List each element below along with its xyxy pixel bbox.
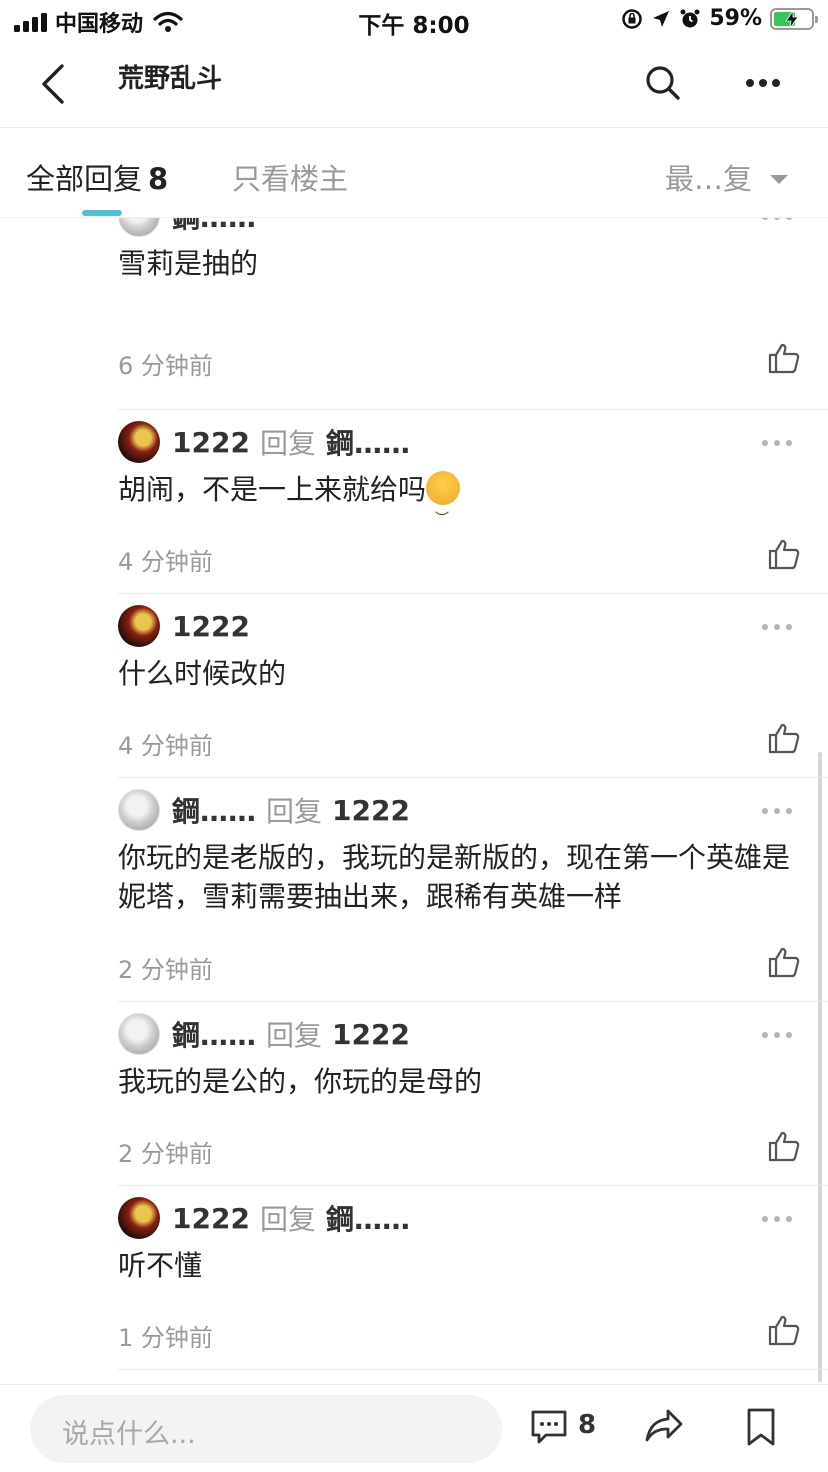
comment-more-icon[interactable] — [762, 808, 792, 816]
bottom-bar: 说点什么... 8 — [0, 1384, 828, 1472]
comment-timestamp: 2 分钟前 — [118, 1140, 213, 1168]
tab-all-count: 8 — [148, 162, 169, 196]
comment-list[interactable]: 鋼……雪莉是抽的6 分钟前1222回复鋼……胡闹，不是一上来就给吗4 分钟前12… — [0, 218, 828, 1384]
comment-more-icon[interactable] — [762, 624, 792, 632]
reply-label: 回复 — [266, 795, 323, 828]
comment-header: 鋼…… 回复 1222 — [118, 788, 410, 832]
comment-text: 什么时候改的 — [118, 654, 798, 693]
comment-more-icon[interactable] — [762, 218, 792, 222]
reply-target-username[interactable]: 1222 — [332, 794, 410, 827]
reply-label: 回复 — [259, 1203, 316, 1236]
comment-timestamp: 6 分钟前 — [118, 352, 213, 380]
status-right: 59% — [621, 6, 818, 31]
comment-more-icon[interactable] — [762, 1216, 792, 1224]
tab-all-label: 全部回复 — [26, 162, 143, 196]
comment-timestamp: 4 分钟前 — [118, 732, 213, 760]
thumbs-up-icon[interactable] — [768, 1314, 800, 1346]
comment-username[interactable]: 1222 — [172, 1202, 250, 1235]
angry-face-emoji-icon — [426, 471, 461, 505]
page-title: 荒野乱斗 — [118, 64, 223, 94]
thumbs-up-icon[interactable] — [768, 342, 800, 374]
avatar[interactable] — [118, 421, 160, 463]
back-chevron-icon[interactable] — [36, 62, 72, 106]
more-icon[interactable] — [744, 68, 782, 98]
comment-text: 胡闹，不是一上来就给吗 — [118, 470, 798, 509]
comment-header: 鋼…… — [118, 218, 256, 238]
location-icon — [653, 10, 670, 27]
avatar[interactable] — [118, 605, 160, 647]
alarm-icon — [680, 9, 700, 27]
comment-timestamp: 2 分钟前 — [118, 956, 213, 984]
avatar[interactable] — [118, 1013, 160, 1055]
reply-target-username[interactable]: 鋼…… — [326, 1198, 410, 1238]
comment-text-content: 听不懂 — [118, 1249, 203, 1282]
comment-text: 你玩的是老版的，我玩的是新版的，现在第一个英雄是妮塔，雪莉需要抽出来，跟稀有英雄… — [118, 838, 798, 916]
comment-item[interactable]: 鋼…… 回复 1222 你玩的是老版的，我玩的是新版的，现在第一个英雄是妮塔，雪莉需要… — [118, 778, 828, 1002]
status-bar: 中国移动 下午 8:00 59% — [0, 0, 828, 44]
comment-username[interactable]: 鋼…… — [172, 790, 256, 830]
sort-dropdown[interactable]: 最…复 — [665, 156, 788, 198]
sort-label: 最…复 — [664, 162, 752, 196]
share-icon[interactable] — [644, 1407, 684, 1445]
comment-username[interactable]: 1222 — [172, 426, 250, 459]
avatar[interactable] — [118, 1197, 160, 1239]
thumbs-up-icon[interactable] — [768, 722, 800, 754]
comment-item[interactable]: 鋼…… 雪莉是抽的 6 分钟前 — [118, 218, 828, 410]
comment-input[interactable]: 说点什么... — [30, 1395, 502, 1463]
battery-nub — [815, 15, 818, 23]
thumbs-up-icon[interactable] — [768, 1130, 800, 1162]
tab-all-replies[interactable]: 全部回复 8 — [26, 156, 168, 198]
reply-label: 回复 — [266, 1019, 323, 1052]
reply-target-username[interactable]: 1222 — [332, 1018, 410, 1051]
comment-header: 鋼…… 回复 1222 — [118, 1012, 410, 1056]
comment-header: 1222 回复 鋼…… — [118, 420, 410, 464]
reply-target-username[interactable]: 鋼…… — [326, 422, 410, 462]
comment-icon[interactable] — [530, 1409, 568, 1445]
comment-item[interactable]: 1222 什么时候改的 4 分钟前 — [118, 594, 828, 778]
search-icon[interactable] — [644, 64, 682, 102]
nav-bar: 荒野乱斗 — [0, 44, 828, 128]
comment-item[interactable]: 1222 回复鋼…… 胡闹，不是一上来就给吗 4 分钟前 — [118, 410, 828, 594]
orientation-lock-icon — [622, 8, 643, 29]
comment-username[interactable]: 鋼…… — [172, 1014, 256, 1054]
comment-more-icon[interactable] — [762, 1032, 792, 1040]
battery-percent: 59% — [709, 6, 762, 31]
chevron-down-icon — [770, 174, 788, 184]
comment-text: 我玩的是公的，你玩的是母的 — [118, 1062, 798, 1101]
comment-more-icon[interactable] — [762, 440, 792, 448]
tab-host-only[interactable]: 只看楼主 — [232, 156, 348, 198]
reply-label: 回复 — [259, 427, 316, 460]
reply-tabs: 全部回复 8 只看楼主 最…复 — [0, 128, 828, 218]
avatar[interactable] — [118, 789, 160, 831]
comment-header: 1222 — [118, 604, 250, 648]
charging-bolt-icon — [785, 10, 799, 28]
comment-username[interactable]: 1222 — [172, 610, 250, 643]
avatar[interactable] — [118, 218, 160, 237]
comment-item[interactable]: 1222 回复 鋼…… 听不懂 1 分钟前 — [118, 1186, 828, 1370]
comment-count: 8 — [578, 1410, 597, 1440]
comment-text: 听不懂 — [118, 1246, 798, 1285]
comment-text-content: 你玩的是老版的，我玩的是新版的，现在第一个英雄是妮塔，雪莉需要抽出来，跟稀有英雄… — [118, 841, 791, 913]
battery-charging-icon — [770, 7, 818, 30]
thumbs-up-icon[interactable] — [768, 538, 800, 570]
comment-text-content: 我玩的是公的，你玩的是母的 — [118, 1065, 483, 1098]
comment-username[interactable]: 鋼…… — [172, 218, 256, 236]
comment-timestamp: 4 分钟前 — [118, 548, 213, 576]
thumbs-up-icon[interactable] — [768, 946, 800, 978]
comment-text-content: 雪莉是抽的 — [118, 247, 259, 280]
bookmark-icon[interactable] — [744, 1407, 778, 1447]
comment-header: 1222 回复 鋼…… — [118, 1196, 410, 1240]
comment-timestamp: 1 分钟前 — [118, 1324, 213, 1352]
comment-item[interactable]: 鋼…… 回复 1222 我玩的是公的，你玩的是母的 2 分钟前 — [118, 1002, 828, 1186]
comment-text: 雪莉是抽的 — [118, 244, 798, 283]
tab-active-indicator — [82, 210, 122, 216]
comment-input-placeholder: 说点什么... — [62, 1419, 196, 1450]
comment-text-content: 什么时候改的 — [118, 657, 287, 690]
comment-text-content: 胡闹，不是一上来就给吗 — [118, 473, 427, 506]
